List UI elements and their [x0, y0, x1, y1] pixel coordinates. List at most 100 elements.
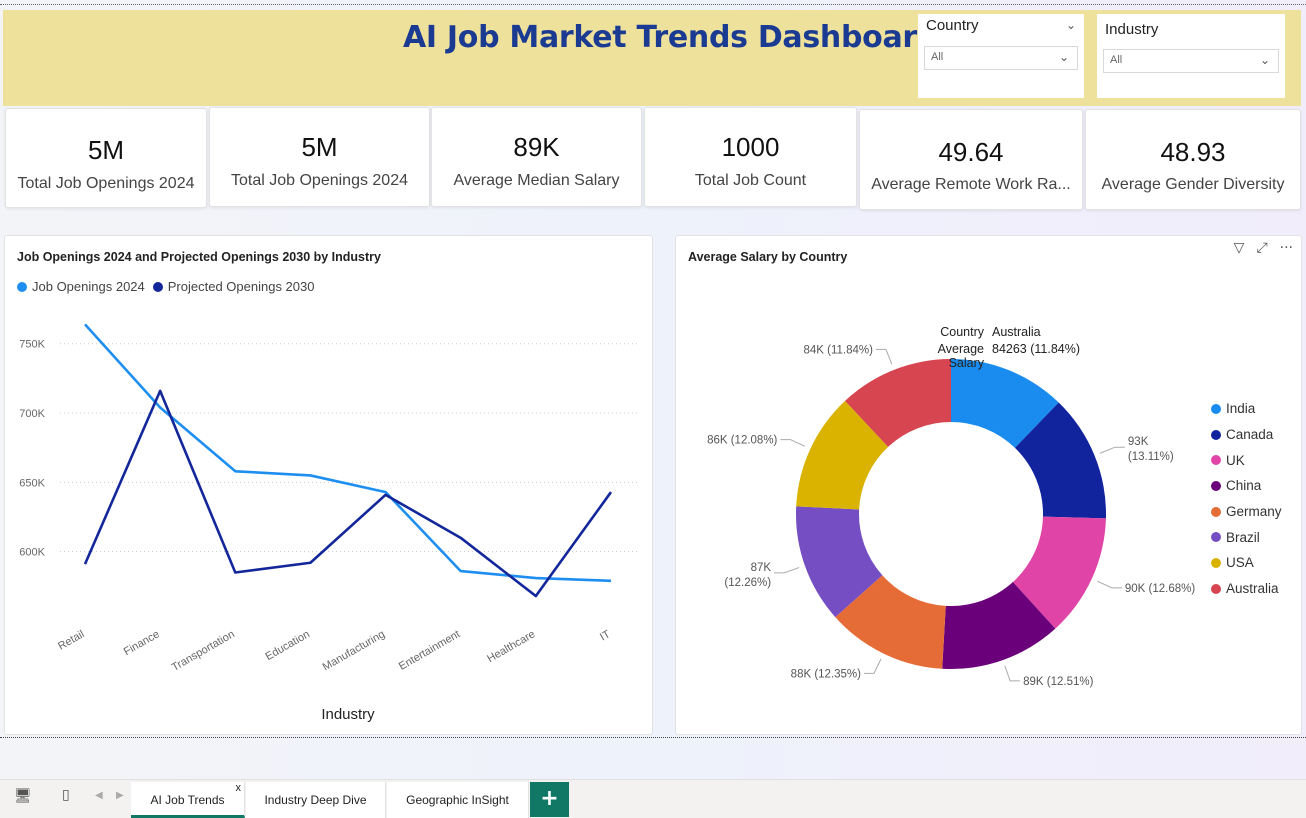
- kpi-label: Average Remote Work Ra...: [871, 176, 1071, 193]
- tab-geographic-insight[interactable]: Geographic InSight: [387, 782, 529, 818]
- x-tick-label: Education: [264, 628, 312, 663]
- data-point[interactable]: [231, 568, 239, 576]
- tab-label: AI Job Trends: [150, 793, 225, 807]
- leader-line: [875, 348, 893, 365]
- chevron-down-icon[interactable]: ⌄: [1066, 18, 1076, 32]
- chevron-down-icon: ⌄: [1058, 50, 1069, 64]
- data-point[interactable]: [306, 471, 314, 479]
- line-chart-panel[interactable]: Job Openings 2024 and Projected Openings…: [4, 235, 653, 735]
- data-point[interactable]: [532, 574, 540, 582]
- legend-item[interactable]: India: [1211, 396, 1282, 422]
- kpi-card[interactable]: 1000 Total Job Count: [644, 107, 857, 207]
- legend-item[interactable]: UK: [1211, 447, 1282, 473]
- slice-data-label: 90K (12.68%): [1125, 583, 1195, 595]
- mobile-icon[interactable]: ▯: [62, 787, 70, 803]
- x-tick-label: Manufacturing: [321, 628, 387, 673]
- x-tick-label: Entertainment: [397, 628, 462, 673]
- chevron-down-icon: ⌄: [1259, 53, 1270, 67]
- kpi-label: Average Median Salary: [453, 172, 620, 189]
- tooltip-value: Australia: [992, 325, 1041, 339]
- kpi-card[interactable]: 5M Total Job Openings 2024: [209, 107, 430, 207]
- data-point[interactable]: [81, 320, 89, 328]
- legend-item[interactable]: Germany: [1211, 499, 1282, 525]
- legend-item[interactable]: USA: [1211, 550, 1282, 576]
- data-point[interactable]: [607, 488, 615, 496]
- line-chart-plot[interactable]: 600K 650K 700K 750K Retail Finance Transportat…: [5, 236, 654, 736]
- data-point[interactable]: [382, 491, 390, 499]
- tooltip-value: 84263 (11.84%): [992, 342, 1081, 356]
- legend-dot-icon: [1211, 403, 1221, 414]
- data-point[interactable]: [607, 577, 615, 585]
- legend-label: Germany: [1226, 504, 1282, 520]
- kpi-value: 1000: [721, 132, 780, 162]
- industry-dropdown-value: All: [1110, 54, 1123, 66]
- close-icon[interactable]: x: [236, 770, 242, 806]
- data-point[interactable]: [231, 467, 239, 475]
- kpi-value: 5M: [301, 132, 338, 162]
- series-line[interactable]: [83, 389, 613, 598]
- industry-dropdown[interactable]: All ⌄: [1103, 49, 1279, 73]
- kpi-card[interactable]: 89K Average Median Salary: [431, 107, 642, 207]
- kpi-card[interactable]: 49.64 Average Remote Work Ra...: [859, 109, 1083, 210]
- desktop-icon[interactable]: 🖥: [14, 788, 32, 804]
- legend-dot-icon: [1211, 455, 1221, 466]
- country-slicer-title: Country: [926, 17, 979, 34]
- industry-slicer: Industry All ⌄: [1097, 14, 1285, 98]
- series-line[interactable]: [84, 323, 612, 583]
- data-point[interactable]: [457, 567, 465, 575]
- kpi-card[interactable]: 5M Total Job Openings 2024: [5, 108, 207, 208]
- tooltip-key: Average Salary: [937, 342, 984, 370]
- data-point[interactable]: [532, 592, 540, 600]
- tab-ai-job-trends[interactable]: AI Job Trends x: [131, 782, 245, 818]
- leader-line: [1004, 665, 1021, 682]
- legend-label: Brazil: [1226, 529, 1260, 545]
- legend-dot-icon: [1211, 429, 1221, 440]
- country-dropdown-value: All: [931, 51, 944, 63]
- legend-label: Australia: [1226, 581, 1279, 597]
- tab-industry-deep-dive[interactable]: Industry Deep Dive: [246, 782, 386, 818]
- leader-line: [780, 439, 806, 447]
- x-tick-label: IT: [598, 628, 613, 643]
- data-point[interactable]: [81, 560, 89, 568]
- slice-data-label: 89K (12.51%): [1023, 676, 1093, 688]
- data-point[interactable]: [156, 404, 164, 412]
- data-point[interactable]: [156, 387, 164, 395]
- chevron-right-icon[interactable]: ▶: [116, 790, 124, 801]
- legend-label: UK: [1226, 452, 1245, 468]
- slice-data-label: 88K (12.35%): [791, 668, 861, 680]
- legend-dot-icon: [1211, 480, 1221, 491]
- kpi-label: Total Job Count: [694, 172, 807, 189]
- slice-data-label: 86K (12.08%): [707, 435, 777, 447]
- slice-data-label: (13.11%): [1128, 451, 1174, 463]
- legend-item[interactable]: China: [1211, 473, 1282, 499]
- legend-dot-icon: [1211, 557, 1221, 568]
- chevron-left-icon[interactable]: ◀: [95, 790, 103, 801]
- slice-data-label: (12.26%): [724, 577, 771, 589]
- x-tick-label: Healthcare: [485, 628, 537, 665]
- leader-line: [774, 567, 800, 574]
- y-tick-label: 650K: [19, 477, 45, 489]
- donut-chart-plot[interactable]: 93K (13.11%) 90K (12.68%) 89K (12.51%) 88K (…: [676, 236, 1303, 736]
- kpi-label: Total Job Openings 2024: [230, 172, 408, 189]
- kpi-card[interactable]: 48.93 Average Gender Diversity: [1085, 109, 1301, 210]
- kpi-value: 49.64: [938, 137, 1004, 167]
- add-page-button[interactable]: +: [530, 782, 569, 817]
- x-tick-label: Retail: [56, 628, 86, 652]
- y-tick-label: 600K: [19, 547, 45, 559]
- x-tick-label: Finance: [122, 628, 162, 658]
- legend-item[interactable]: Brazil: [1211, 524, 1282, 550]
- leader-line: [864, 658, 882, 674]
- page-tab-bar: 🖥 ▯ ◀ ▶ AI Job Trends x Industry Deep Di…: [0, 779, 1306, 818]
- data-point[interactable]: [306, 559, 314, 567]
- tooltip-key: Country: [940, 325, 984, 339]
- country-dropdown[interactable]: All ⌄: [924, 46, 1078, 70]
- legend-dot-icon: [1211, 532, 1221, 543]
- donut-chart-panel[interactable]: Average Salary by Country ▽ ⤢ ··· 93K (13…: [675, 235, 1302, 735]
- kpi-label: Total Job Openings 2024: [17, 175, 195, 192]
- x-axis-title: Industry: [321, 706, 375, 723]
- leader-line: [1099, 446, 1125, 454]
- legend-item[interactable]: Australia: [1211, 576, 1282, 602]
- legend-item[interactable]: Canada: [1211, 422, 1282, 448]
- kpi-value: 5M: [87, 135, 125, 165]
- data-point[interactable]: [457, 534, 465, 542]
